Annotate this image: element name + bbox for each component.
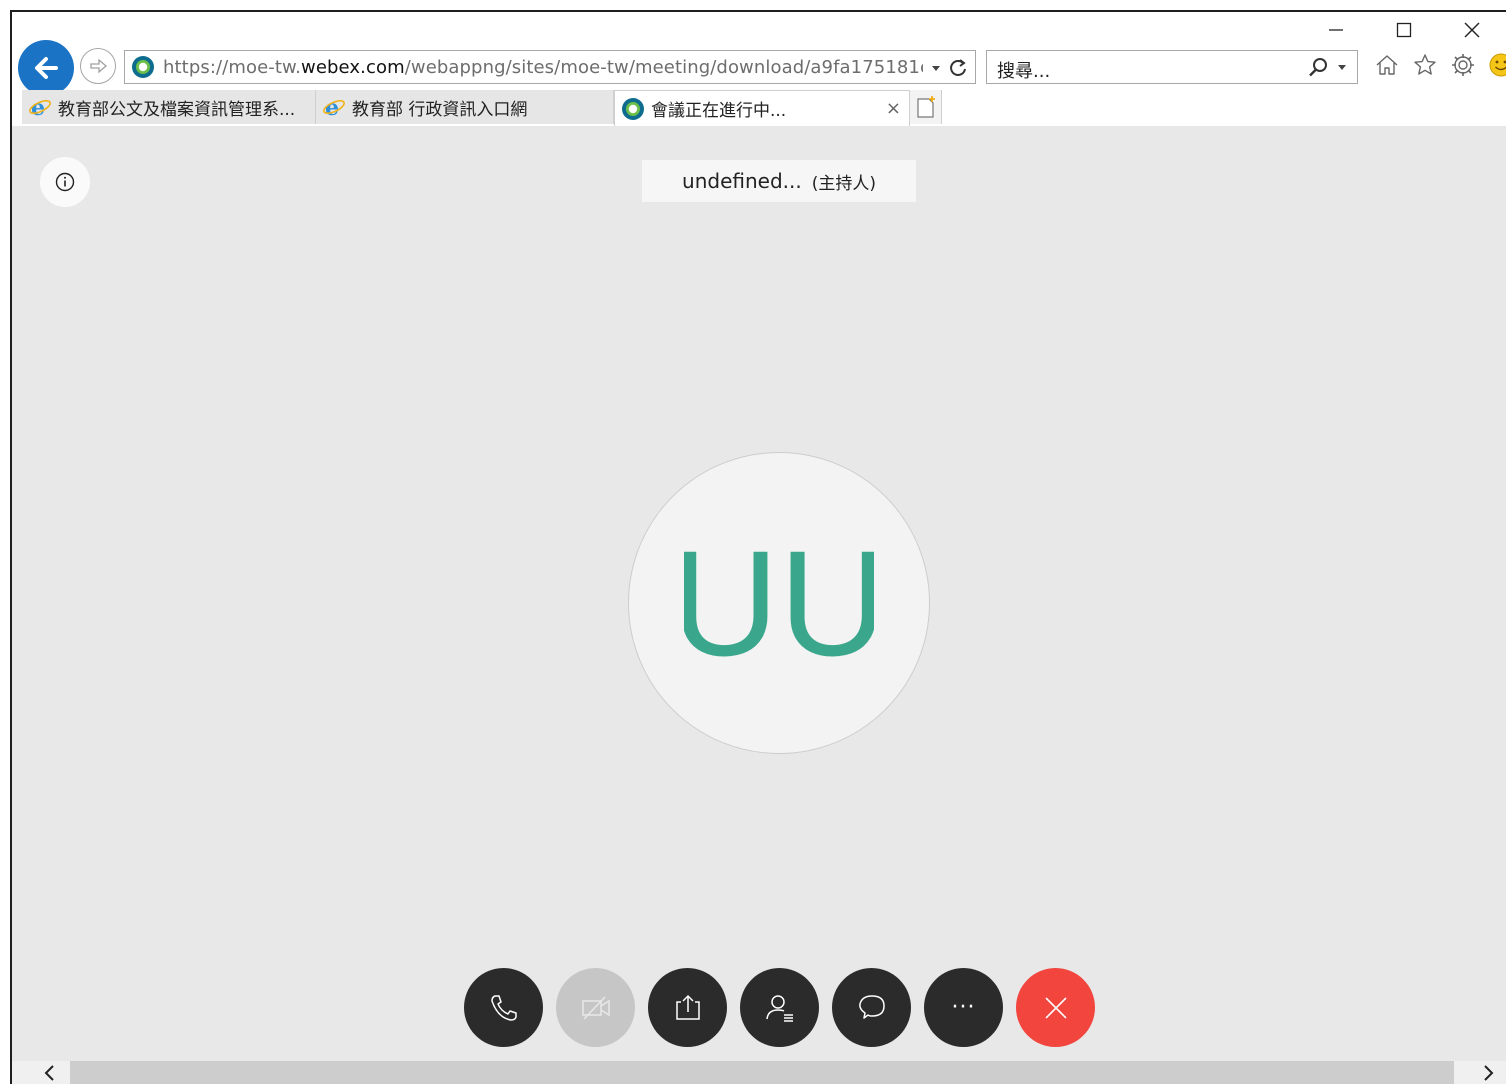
share-button[interactable] (648, 968, 727, 1047)
tab-label: 會議正在進行中... (651, 101, 787, 121)
chevron-down-icon[interactable] (1335, 60, 1349, 74)
webex-icon (132, 56, 154, 78)
scroll-right-button[interactable] (1468, 1061, 1506, 1084)
navigation-bar: https://moe-tw.webex.com/webappng/sites/… (12, 38, 1506, 96)
refresh-icon[interactable] (947, 57, 969, 79)
browser-window: https://moe-tw.webex.com/webappng/sites/… (10, 10, 1506, 1084)
avatar: UU (628, 452, 930, 754)
participants-button[interactable] (740, 968, 819, 1047)
url-text: https://moe-tw.webex.com/webappng/sites/… (163, 56, 923, 78)
tab-close-button[interactable]: × (886, 98, 901, 119)
horizontal-scrollbar[interactable] (12, 1061, 1506, 1084)
star-icon[interactable] (1412, 52, 1438, 78)
gear-icon[interactable] (1450, 52, 1476, 78)
avatar-initials: UU (684, 543, 874, 663)
chat-button[interactable] (832, 968, 911, 1047)
phone-icon (490, 994, 517, 1021)
meeting-controls: ··· (464, 968, 1095, 1047)
minimize-icon (1329, 29, 1343, 31)
tab-label: 教育部 行政資訊入口網 (352, 99, 528, 120)
scrollbar-thumb[interactable] (70, 1061, 1454, 1084)
search-input[interactable]: 搜尋... (997, 57, 1050, 83)
smiley-icon[interactable] (1488, 52, 1506, 78)
chevron-down-icon[interactable] (929, 61, 943, 75)
search-controls (1307, 56, 1349, 78)
meeting-area: undefined... (主持人) UU (12, 126, 1506, 1061)
ie-icon: e (29, 95, 51, 119)
info-icon (55, 172, 75, 192)
scroll-left-button[interactable] (30, 1061, 70, 1084)
audio-button[interactable] (464, 968, 543, 1047)
new-tab-icon (916, 96, 935, 118)
arrow-left-icon (35, 57, 58, 79)
chevron-right-icon (1484, 1065, 1494, 1081)
end-meeting-button[interactable] (1016, 968, 1095, 1047)
close-icon (1044, 996, 1067, 1019)
home-icon[interactable] (1374, 52, 1400, 78)
back-button[interactable] (18, 40, 74, 96)
chat-icon (858, 994, 885, 1019)
browser-toolbar (1374, 52, 1506, 78)
tab-admin-portal[interactable]: e 教育部 行政資訊入口網 (316, 90, 614, 124)
participants-icon (765, 994, 793, 1022)
close-icon (1464, 22, 1480, 38)
address-bar[interactable]: https://moe-tw.webex.com/webappng/sites/… (124, 50, 976, 84)
svg-text:UU: UU (684, 543, 874, 663)
tab-meeting[interactable]: 會議正在進行中... × (614, 90, 910, 126)
more-button[interactable]: ··· (924, 968, 1003, 1047)
host-role: (主持人) (811, 173, 876, 194)
search-icon[interactable] (1307, 56, 1329, 78)
tab-strip: e 教育部公文及檔案資訊管理系... e 教育部 行政資訊入口網 會議正在進行中… (22, 90, 942, 126)
ie-icon: e (323, 95, 345, 119)
maximize-icon (1396, 22, 1412, 38)
tab-document-system[interactable]: e 教育部公文及檔案資訊管理系... (22, 90, 316, 124)
video-button[interactable] (556, 968, 635, 1047)
chevron-left-icon (44, 1065, 54, 1081)
share-icon (675, 994, 700, 1020)
forward-button[interactable] (80, 48, 116, 84)
tab-label: 教育部公文及檔案資訊管理系... (58, 99, 296, 120)
host-name-label: undefined... (主持人) (642, 160, 916, 202)
video-off-icon (581, 995, 610, 1020)
more-icon: ··· (951, 995, 976, 1020)
new-tab-button[interactable] (910, 90, 942, 124)
webex-icon (622, 97, 644, 120)
arrow-right-icon (90, 58, 107, 74)
host-name: undefined... (682, 169, 802, 193)
meeting-info-button[interactable] (40, 157, 90, 207)
search-box[interactable]: 搜尋... (986, 50, 1358, 84)
